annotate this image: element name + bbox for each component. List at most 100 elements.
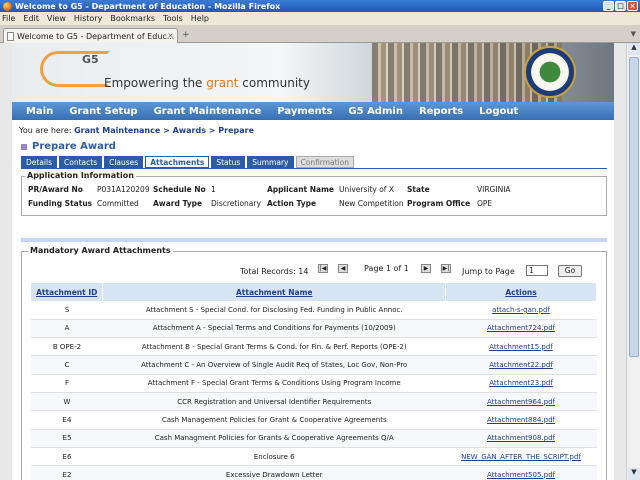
page-icon [7,31,14,41]
nav-grant-maintenance[interactable]: Grant Maintenance [154,106,262,117]
close-tab-icon[interactable]: × [167,31,174,40]
g5-page: G5 Empowering the grant community Main G… [12,43,614,480]
tab-attachments[interactable]: Attachments [145,156,210,168]
breadcrumb-link[interactable]: Grant Maintenance > Awards > Prepare [74,126,254,135]
menu-tools[interactable]: Tools [163,14,183,23]
attachment-file-link[interactable]: Attachment884.pdf [487,416,555,424]
program-office-value: OPE [477,199,493,208]
tab-details[interactable]: Details [21,156,58,168]
attachment-file-link[interactable]: Attachment15.pdf [489,343,553,351]
nav-reports[interactable]: Reports [419,106,463,117]
jump-to-page-label: Jump to Page [462,267,515,276]
attachment-file-link[interactable]: Attachment23.pdf [489,379,553,387]
attachment-file-link[interactable]: NEW_GAN_AFTER_THE_SCRIPT.pdf [461,453,581,461]
action-cell: Attachment22.pdf [445,355,597,375]
action-cell: Attachment884.pdf [445,410,597,430]
window-titlebar: Welcome to G5 - Department of Education … [0,0,640,12]
attachment-file-link[interactable]: Attachment908.pdf [487,434,555,442]
nav-main[interactable]: Main [26,106,53,117]
attachment-id-cell: W [31,392,103,412]
action-cell: Attachment964.pdf [445,392,597,412]
menu-help[interactable]: Help [191,14,209,23]
maximize-button[interactable]: □ [615,1,626,11]
page-info: Page 1 of 1 [364,264,409,273]
go-button[interactable]: Go [558,265,582,277]
menu-view[interactable]: View [47,14,66,23]
nav-payments[interactable]: Payments [277,106,332,117]
table-row: E5 Cash Managment Policies for Grants & C… [31,429,597,448]
schedule-value: 1 [211,185,216,194]
attachments-legend: Mandatory Award Attachments [28,246,173,255]
browser-tab[interactable]: Welcome to G5 - Department of Educ... × [3,28,178,43]
tab-status[interactable]: Status [211,156,246,168]
attachment-id-cell: B OPE-2 [31,337,103,357]
action-cell: Attachment908.pdf [445,429,597,448]
browser-tab-bar: Welcome to G5 - Department of Educ... × … [0,25,640,43]
close-window-button[interactable]: × [627,1,638,11]
page-viewport: G5 Empowering the grant community Main G… [0,43,640,480]
action-cell: Attachment505.pdf [445,465,597,480]
action-type-label: Action Type [267,199,317,208]
scroll-up-icon[interactable]: ▲ [628,43,640,55]
applicant-value: University of X [339,185,394,194]
table-row: E4 Cash Management Policies for Grant & C… [31,410,597,430]
menu-bookmarks[interactable]: Bookmarks [110,14,155,23]
nav-grant-setup[interactable]: Grant Setup [69,106,137,117]
attachment-file-link[interactable]: Attachment22.pdf [489,361,553,369]
browser-tab-label: Welcome to G5 - Department of Educ... [17,31,175,41]
minimize-button[interactable]: _ [603,1,614,11]
banner: G5 Empowering the grant community [12,43,614,102]
funding-status-value: Committed [97,199,139,208]
attachment-id-cell: E5 [31,429,103,448]
scrollbar-thumb[interactable] [629,57,639,357]
pr-award-label: PR/Award No [28,185,83,194]
menu-edit[interactable]: Edit [23,14,39,23]
attachment-file-link[interactable]: Attachment964.pdf [487,398,555,406]
tab-list-icon[interactable]: ▼ [631,30,636,38]
g5-logo [40,51,110,87]
previous-page-button[interactable]: ◀ [338,264,348,273]
attachment-name-cell: Attachment B - Special Grant Terms & Con… [102,337,446,357]
page-title: Prepare Award [21,141,116,152]
tagline: Empowering the grant community [104,76,310,90]
header-actions: Actions [445,283,597,301]
tab-underline [21,168,607,169]
schedule-label: Schedule No [153,185,206,194]
title-bullet-icon [21,143,27,150]
first-page-button[interactable]: |◀ [318,264,328,273]
scroll-down-icon[interactable]: ▼ [628,468,640,480]
menu-history[interactable]: History [74,14,102,23]
table-row: E2 Excessive Drawdown Letter Attachment505… [31,465,597,480]
attachment-id-cell: A [31,319,103,339]
attachment-file-link[interactable]: attach-s-gan.pdf [492,306,550,314]
action-cell: Attachment23.pdf [445,374,597,393]
award-type-value: Discretionary [211,199,261,208]
attachment-file-link[interactable]: Attachment505.pdf [487,471,555,479]
vertical-scrollbar[interactable]: ▲ ▼ [626,43,640,480]
tab-contacts[interactable]: Contacts [59,156,103,168]
header-attachment-id[interactable]: Attachment ID [31,283,104,301]
g5-logo-text: G5 [82,53,99,66]
next-page-button[interactable]: ▶ [421,264,431,273]
attachment-id-cell: E2 [31,465,103,480]
tab-summary[interactable]: Summary [247,156,294,168]
attachment-name-cell: Attachment A - Special Terms and Conditi… [102,319,446,339]
menu-file[interactable]: File [2,14,15,23]
nav-logout[interactable]: Logout [479,106,518,117]
attachment-name-cell: Attachment F - Special Grant Terms & Con… [102,374,446,393]
last-page-button[interactable]: ▶| [441,264,451,273]
attachment-name-cell: Enclosure 6 [102,447,446,467]
table-row: S Attachment S - Special Cond. for Disclo… [31,301,597,320]
table-row: C Attachment C - An Overview of Single Au… [31,355,597,375]
attachment-id-cell: E4 [31,410,103,430]
jump-to-page-input[interactable]: 1 [526,265,548,276]
department-seal [524,46,576,98]
new-tab-button[interactable]: + [182,30,190,40]
table-row: A Attachment A - Special Terms and Condit… [31,319,597,339]
header-attachment-name[interactable]: Attachment Name [102,283,447,301]
attachment-name-cell: CCR Registration and Universal Identifie… [102,392,446,412]
attachment-name-cell: Cash Managment Policies for Grants & Coo… [102,429,446,448]
attachment-file-link[interactable]: Attachment724.pdf [487,324,555,332]
tab-clauses[interactable]: Clauses [104,156,144,168]
nav-g5-admin[interactable]: G5 Admin [348,106,403,117]
